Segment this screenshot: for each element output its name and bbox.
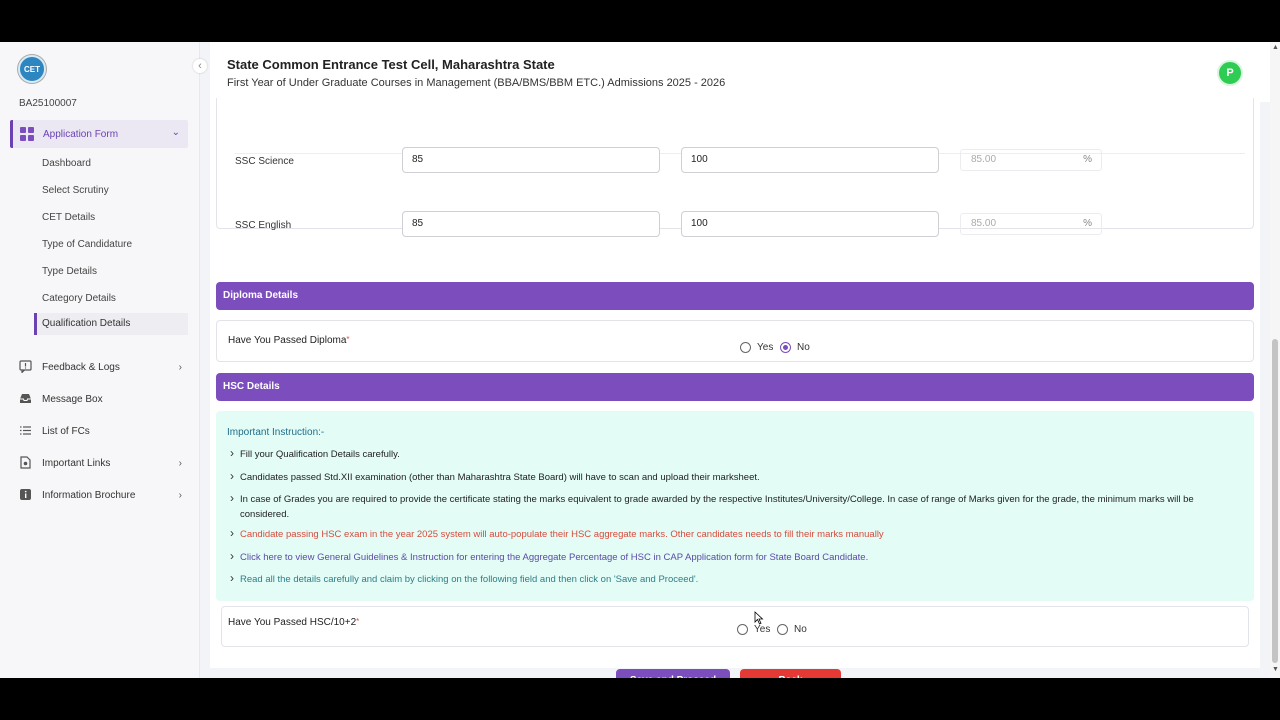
app-window: CET BA25100007 Application Form ⌄ Dashbo… xyxy=(0,42,1280,678)
sidebar-item-label: Important Links xyxy=(42,457,111,469)
ssc-subject-label: SSC English xyxy=(235,220,292,231)
hsc-no-radio[interactable]: No xyxy=(777,624,807,635)
marks-out-of-input[interactable]: 100 xyxy=(681,211,939,237)
important-instruction-panel: Important Instruction:- Fill your Qualif… xyxy=(216,411,1254,601)
required-mark: * xyxy=(346,335,350,344)
scroll-up-icon[interactable]: ▲ xyxy=(1272,44,1279,51)
marks-out-of-input[interactable]: 100 xyxy=(681,147,939,173)
radio-circle xyxy=(777,624,788,635)
list-icon xyxy=(18,424,32,438)
instruction-item: Fill your Qualification Details carefull… xyxy=(230,446,1240,462)
diploma-yes-radio[interactable]: Yes xyxy=(740,342,773,353)
save-and-proceed-button[interactable]: Save and Proceed xyxy=(616,669,730,678)
sidebar-item-label: Message Box xyxy=(42,393,103,405)
sidebar-subitem-type-details[interactable]: Type Details xyxy=(42,266,97,277)
sidebar-item-information-brochure[interactable]: Information Brochure › xyxy=(18,487,184,503)
question-text: Have You Passed Diploma xyxy=(228,335,347,346)
sidebar-item-application-form[interactable]: Application Form ⌄ xyxy=(10,120,188,148)
percent-symbol: % xyxy=(1083,154,1092,165)
sidebar-subitem-dashboard[interactable]: Dashboard xyxy=(42,158,91,169)
sidebar-item-label: Feedback & Logs xyxy=(42,361,120,373)
radio-label: Yes xyxy=(754,624,771,635)
instruction-item: Read all the details carefully and claim… xyxy=(230,571,1240,587)
sidebar-subitem-qualification-details[interactable]: Qualification Details xyxy=(34,313,188,335)
radio-label: No xyxy=(797,342,810,353)
sidebar-item-important-links[interactable]: Important Links › xyxy=(18,455,184,471)
marks-obtained-input[interactable]: 85 xyxy=(402,147,660,173)
cet-logo: CET xyxy=(18,55,46,83)
page-title: State Common Entrance Test Cell, Maharas… xyxy=(227,57,555,72)
user-id: BA25100007 xyxy=(19,98,77,109)
radio-circle xyxy=(737,624,748,635)
instruction-item: In case of Grades you are required to pr… xyxy=(230,491,1240,522)
hsc-question-card: Have You Passed HSC/10+2* Yes No xyxy=(221,606,1249,647)
hsc-yes-radio[interactable]: Yes xyxy=(737,624,770,635)
sidebar-item-label: List of FCs xyxy=(42,425,90,437)
hsc-section-header: HSC Details xyxy=(216,373,1254,401)
percentage-value: 85.00 xyxy=(971,218,997,229)
page-subtitle: First Year of Under Graduate Courses in … xyxy=(227,77,726,89)
percentage-value: 85.00 xyxy=(971,154,997,165)
chevron-right-icon: › xyxy=(178,489,182,501)
main-content: Diploma Details SSC Science 85 100 85.00% SS… xyxy=(210,98,1260,678)
sidebar-subitem-category-details[interactable]: Category Details xyxy=(42,293,116,304)
percentage-field: 85.00% xyxy=(960,149,1102,171)
sidebar-item-message-box[interactable]: Message Box xyxy=(18,391,184,407)
sidebar-subitem-select-scrutiny[interactable]: Select Scrutiny xyxy=(42,185,109,196)
marks-obtained-input[interactable]: 85 xyxy=(402,211,660,237)
ssc-subject-label: SSC Science xyxy=(235,156,294,167)
logo-text: CET xyxy=(24,64,40,74)
sidebar-item-label: Application Form xyxy=(43,128,119,140)
sidebar-subitem-label: Qualification Details xyxy=(42,318,131,329)
hsc-question-label: Have You Passed HSC/10+2* xyxy=(228,617,359,628)
chevron-right-icon: › xyxy=(178,361,182,373)
instruction-title: Important Instruction:- xyxy=(227,427,325,438)
sidebar-item-list-of-fcs[interactable]: List of FCs xyxy=(18,423,184,439)
guidelines-link[interactable]: Click here to view General Guidelines & … xyxy=(230,549,1240,565)
message-icon xyxy=(18,392,32,406)
link-icon xyxy=(18,456,32,470)
radio-circle-selected xyxy=(780,342,791,353)
sidebar-subitem-type-of-candidature[interactable]: Type of Candidature xyxy=(42,239,132,250)
page-scrollbar[interactable]: ▲ ▼ xyxy=(1270,42,1280,678)
question-text: Have You Passed HSC/10+2 xyxy=(228,617,357,628)
info-icon xyxy=(18,488,32,502)
avatar[interactable]: P xyxy=(1217,60,1243,86)
scroll-down-icon[interactable]: ▼ xyxy=(1272,666,1279,673)
radio-circle xyxy=(740,342,751,353)
scrollbar-thumb[interactable] xyxy=(1272,339,1278,663)
chevron-down-icon: ⌄ xyxy=(171,127,180,138)
radio-label: Yes xyxy=(757,342,774,353)
chevron-right-icon: › xyxy=(178,457,182,469)
percentage-field: 85.00% xyxy=(960,213,1102,235)
radio-label: No xyxy=(794,624,807,635)
back-button[interactable]: Back xyxy=(740,669,841,678)
instruction-item-highlight: Candidate passing HSC exam in the year 2… xyxy=(230,526,1240,542)
feedback-icon xyxy=(18,360,32,374)
instruction-item: Candidates passed Std.XII examination (o… xyxy=(230,469,1240,485)
collapse-sidebar-button[interactable]: ‹ xyxy=(193,59,207,73)
sidebar: CET BA25100007 Application Form ⌄ Dashbo… xyxy=(0,42,200,678)
diploma-question-card: Have You Passed Diploma* Yes No xyxy=(216,320,1254,362)
mouse-cursor-icon xyxy=(754,611,764,625)
percent-symbol: % xyxy=(1083,218,1092,229)
diploma-section-header: Diploma Details xyxy=(216,282,1254,310)
page-header: State Common Entrance Test Cell, Maharas… xyxy=(210,42,1270,102)
diploma-no-radio[interactable]: No xyxy=(780,342,810,353)
grid-icon xyxy=(20,127,34,141)
required-mark: * xyxy=(356,617,360,626)
sidebar-item-label: Information Brochure xyxy=(42,489,136,501)
sidebar-subitem-cet-details[interactable]: CET Details xyxy=(42,212,95,223)
sidebar-item-feedback-logs[interactable]: Feedback & Logs › xyxy=(18,359,184,375)
diploma-question-label: Have You Passed Diploma* xyxy=(228,335,350,346)
